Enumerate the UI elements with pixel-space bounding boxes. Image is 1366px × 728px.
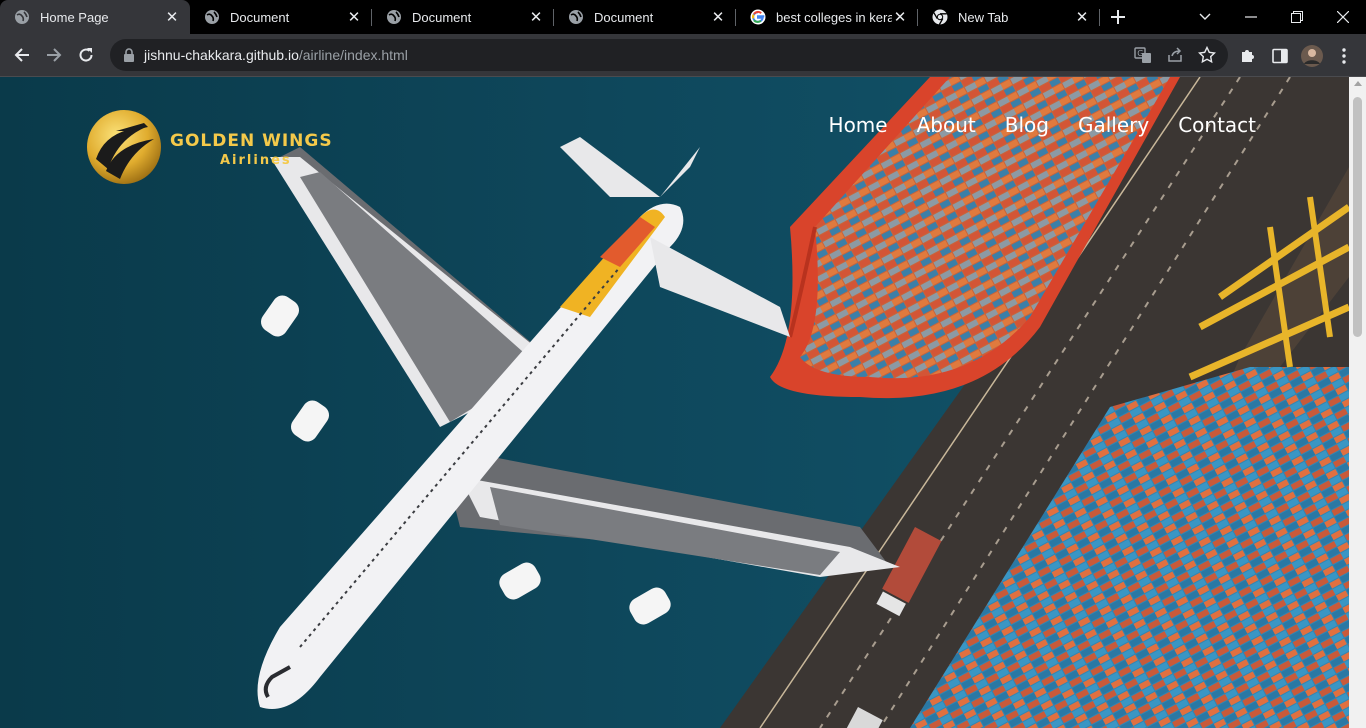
chevron-down-icon <box>1199 13 1211 20</box>
logo-emblem <box>87 110 161 184</box>
browser-toolbar: jishnu-chakkara.github.io/airline/index.… <box>0 34 1366 77</box>
globe-icon <box>387 10 401 24</box>
lock-icon <box>124 48 134 62</box>
close-window-button[interactable] <box>1320 0 1366 34</box>
minimize-icon <box>1245 16 1257 18</box>
minimize-button[interactable] <box>1228 0 1274 34</box>
avatar <box>1301 45 1323 67</box>
plus-icon <box>1111 10 1125 24</box>
tab-document[interactable]: Document ✕ <box>190 0 372 34</box>
close-icon[interactable]: ✕ <box>164 9 180 26</box>
tab-title: New Tab <box>958 9 1009 25</box>
share-icon <box>1168 47 1182 62</box>
close-icon[interactable]: ✕ <box>892 9 908 26</box>
tab-title: Document <box>594 9 654 25</box>
new-tab-button[interactable] <box>1100 0 1136 34</box>
tab-separator <box>1099 9 1100 26</box>
url-host: jishnu-chakkara.github.io <box>144 47 299 63</box>
translate-icon: G <box>1134 47 1151 63</box>
globe-icon <box>15 10 29 24</box>
side-panel-button[interactable] <box>1268 44 1292 68</box>
main-nav: Home About Blog Gallery Contact <box>800 113 1256 137</box>
close-icon[interactable]: ✕ <box>710 9 726 26</box>
bookmark-button[interactable] <box>1196 44 1218 66</box>
close-icon[interactable]: ✕ <box>528 9 544 26</box>
forward-button[interactable] <box>39 40 69 70</box>
logo-line2: Airlines <box>220 153 292 168</box>
hero-section: GOLDEN WINGS Airlines Home About Blog Ga… <box>0 77 1349 728</box>
extensions-button[interactable] <box>1236 44 1260 68</box>
back-button[interactable] <box>7 40 37 70</box>
puzzle-icon <box>1242 50 1254 62</box>
tab-document[interactable]: Document ✕ <box>554 0 736 34</box>
scrollbar-thumb[interactable] <box>1353 97 1362 337</box>
tab-document[interactable]: Document ✕ <box>372 0 554 34</box>
reload-button[interactable] <box>71 40 101 70</box>
nav-home[interactable]: Home <box>829 113 888 137</box>
logo-line1: GOLDEN WINGS <box>170 131 333 151</box>
address-bar[interactable]: jishnu-chakkara.github.io/airline/index.… <box>110 39 1228 71</box>
arrow-left-icon <box>14 48 29 62</box>
nav-contact[interactable]: Contact <box>1178 113 1256 137</box>
tab-new-tab[interactable]: New Tab ✕ <box>918 0 1100 34</box>
menu-button[interactable] <box>1332 44 1356 68</box>
tab-strip: Home Page ✕ Document ✕ Document ✕ Docume… <box>0 0 1366 34</box>
nav-gallery[interactable]: Gallery <box>1078 113 1149 137</box>
tab-home-page[interactable]: Home Page ✕ <box>0 0 190 34</box>
restore-icon <box>1291 11 1303 23</box>
close-icon[interactable]: ✕ <box>346 9 362 26</box>
tab-search-button[interactable] <box>1182 0 1228 34</box>
arrow-right-icon <box>47 48 62 62</box>
nav-about[interactable]: About <box>917 113 976 137</box>
tab-title: Document <box>412 9 472 25</box>
tab-title: Home Page <box>40 9 109 25</box>
share-button[interactable] <box>1164 44 1186 66</box>
page-viewport: GOLDEN WINGS Airlines Home About Blog Ga… <box>0 77 1366 728</box>
page-scrollbar[interactable] <box>1349 77 1366 728</box>
tab-title: Document <box>230 9 290 25</box>
close-icon[interactable]: ✕ <box>1074 9 1090 26</box>
site-logo[interactable]: GOLDEN WINGS Airlines <box>86 109 332 187</box>
translate-button[interactable]: G <box>1132 44 1154 66</box>
url-path: /airline/index.html <box>298 47 408 63</box>
star-icon <box>1198 46 1216 64</box>
tab-google-search[interactable]: best colleges in kerala ✕ <box>736 0 918 34</box>
profile-button[interactable] <box>1300 44 1324 68</box>
restore-button[interactable] <box>1274 0 1320 34</box>
side-panel-icon <box>1272 48 1288 64</box>
kebab-menu-icon <box>1342 48 1346 64</box>
nav-blog[interactable]: Blog <box>1005 113 1049 137</box>
google-icon <box>750 9 766 25</box>
chrome-icon <box>932 9 948 25</box>
scroll-up-arrow[interactable] <box>1354 81 1362 86</box>
globe-icon <box>569 10 583 24</box>
globe-icon <box>205 10 219 24</box>
reload-icon <box>79 48 93 62</box>
close-icon <box>1337 11 1349 23</box>
tab-title: best colleges in kerala <box>776 9 892 25</box>
